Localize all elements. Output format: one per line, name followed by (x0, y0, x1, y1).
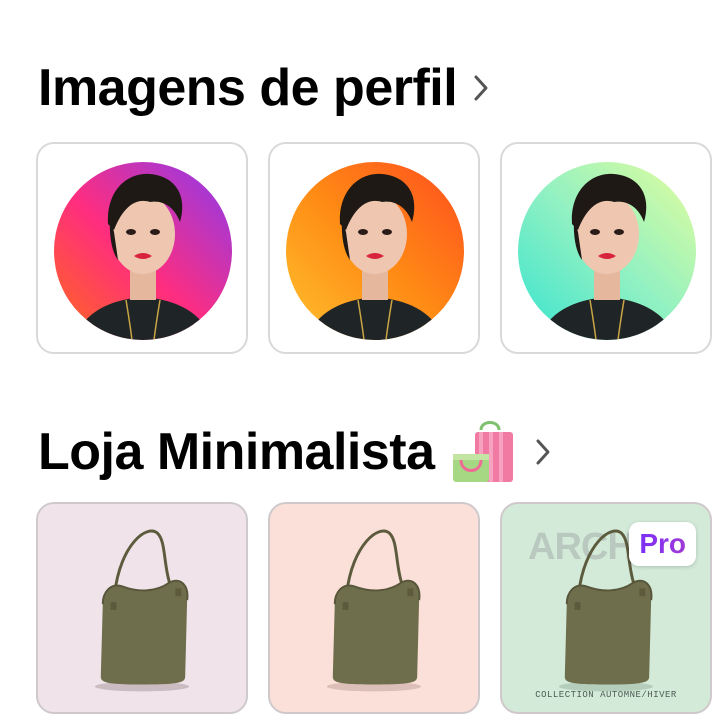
handbag-image (94, 529, 190, 692)
collection-caption: COLLECTION AUTOMNE/HIVER (535, 690, 677, 700)
section-title-label: Loja Minimalista (38, 423, 435, 481)
handbag-image (326, 529, 422, 692)
chevron-right-icon (533, 437, 553, 467)
section-title-minimal-shop[interactable]: Loja Minimalista (38, 420, 553, 484)
pro-badge: Pro (629, 522, 696, 566)
shop-template-card[interactable] (268, 502, 480, 714)
avatar (286, 162, 464, 340)
section-title-label: Imagens de perfil (38, 59, 458, 117)
pro-badge-label: Pro (639, 528, 686, 559)
profile-images-row (36, 142, 712, 354)
shop-templates-row: ARCHIV Pro COLLECTION AUTOMNE/HIVER (36, 502, 712, 714)
shopping-bags-icon (451, 420, 519, 484)
shop-template-card-pro[interactable]: ARCHIV Pro COLLECTION AUTOMNE/HIVER (500, 502, 712, 714)
chevron-right-icon (471, 73, 491, 103)
section-title-profile-images[interactable]: Imagens de perfil (38, 58, 491, 118)
profile-image-card[interactable] (268, 142, 480, 354)
profile-image-card[interactable] (36, 142, 248, 354)
profile-image-card[interactable] (500, 142, 712, 354)
shop-template-card[interactable] (36, 502, 248, 714)
avatar (54, 162, 232, 340)
avatar (518, 162, 696, 340)
